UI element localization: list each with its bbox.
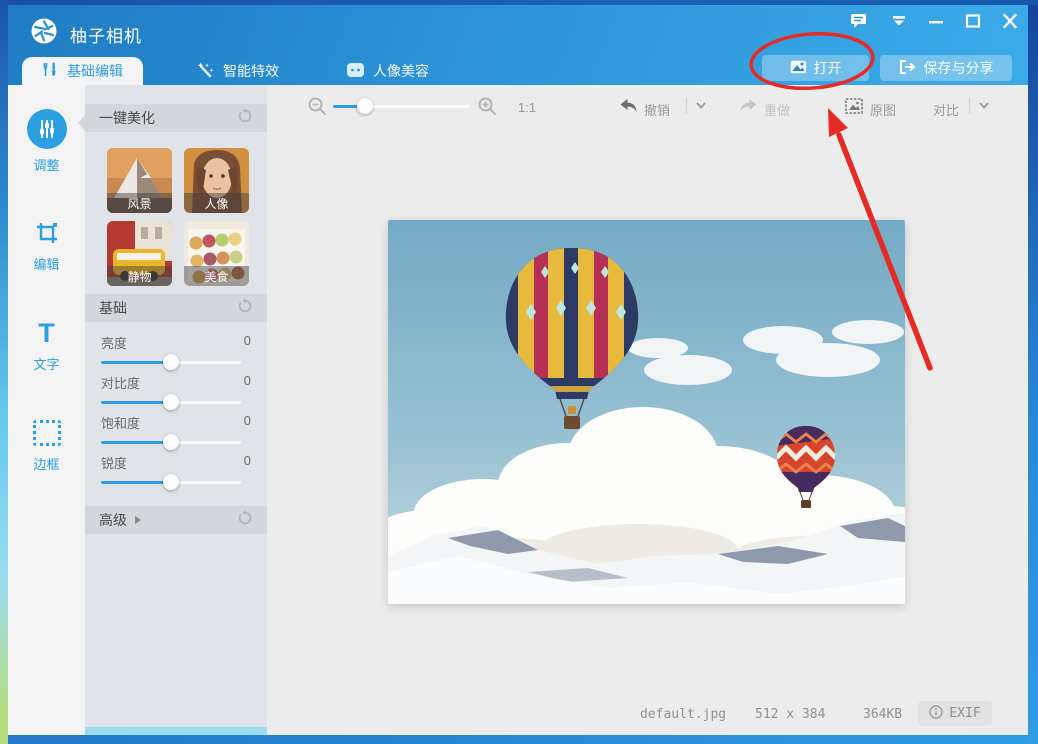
reset-icon[interactable] [237,298,253,319]
undo-label[interactable]: 撤销 [644,100,670,119]
exif-button[interactable]: EXIF [918,701,992,726]
minimize-button[interactable] [927,13,947,31]
slider-thumb[interactable] [163,354,179,370]
skin-menu-icon[interactable] [890,13,910,31]
titlebar: 柚子相机 [8,5,1028,85]
slider-contrast-value: 0 [244,373,251,388]
preset-still-life-label: 静物 [107,266,172,286]
preset-landscape[interactable]: 风景 [107,148,172,213]
sidebar-item-adjust[interactable]: 调整 [8,109,85,174]
sidebar-item-text[interactable]: T 文字 [8,318,85,373]
close-button[interactable] [1001,13,1021,31]
sidebar-item-edit-label: 编辑 [8,254,85,273]
slider-sharpness-value: 0 [244,453,251,468]
window-border-bottom [8,735,1028,744]
exif-button-label: EXIF [949,706,980,721]
crop-icon [8,218,85,248]
tool-panel: 一键美化 风景 [85,85,267,727]
zoom-slider[interactable] [333,105,470,108]
preset-food[interactable]: 美食 [184,221,249,286]
divider [969,98,970,114]
slider-thumb[interactable] [163,474,179,490]
sidebar-item-text-label: 文字 [8,354,85,373]
slider-saturation[interactable] [101,441,241,444]
divider [686,98,687,114]
frame-icon [8,418,85,448]
tab-portrait-beauty[interactable]: 人像美容 [326,57,449,85]
sidebar-item-border-label: 边框 [8,454,85,473]
sidebar: 调整 编辑 T 文字 边框 [8,85,85,735]
redo-icon[interactable] [739,98,758,117]
sidebar-item-adjust-label: 调整 [8,155,85,174]
app-window: 柚子相机 [0,0,1038,744]
undo-history-chevron-icon[interactable] [695,99,707,114]
slider-thumb[interactable] [163,394,179,410]
slider-contrast-label: 对比度 [101,373,140,392]
slider-thumb[interactable] [163,434,179,450]
tools-icon [42,61,59,81]
app-logo-shutter-icon [30,17,58,45]
feedback-icon[interactable] [850,13,870,31]
section-title: 基础 [99,298,127,318]
zoom-in-icon[interactable] [477,96,497,119]
status-bar: default.jpg 512 x 384 364KB EXIF [267,699,1028,729]
slider-saturation-label: 饱和度 [101,413,140,432]
info-icon [929,705,943,723]
zoom-ratio-label: 1:1 [518,100,536,115]
photo-balloons[interactable] [388,220,905,604]
magic-wand-icon [196,61,215,82]
preset-landscape-label: 风景 [107,193,172,213]
redo-label[interactable]: 重做 [764,100,790,119]
preset-food-label: 美食 [184,266,249,286]
tab-basic-edit-label: 基础编辑 [67,61,123,81]
app-title: 柚子相机 [70,22,142,47]
status-dimensions: 512 x 384 [755,707,825,722]
canvas-area: 1:1 撤销 重做 原图 对比 [267,85,1028,735]
panel-notch [78,115,85,131]
tab-smart-effects[interactable]: 智能特效 [176,57,299,85]
tab-bar: 基础编辑 智能特效 [8,57,1028,85]
section-advanced[interactable]: 高级 [85,506,267,534]
slider-saturation-value: 0 [244,413,251,428]
sidebar-item-edit[interactable]: 编辑 [8,218,85,273]
original-label[interactable]: 原图 [870,100,896,119]
slider-brightness[interactable] [101,361,241,364]
zoom-out-icon[interactable] [307,96,327,119]
sliders-icon [27,109,67,149]
slider-sharpness-label: 锐度 [101,453,127,472]
text-icon: T [8,318,85,348]
desktop-edge [0,0,8,744]
tab-portrait-beauty-label: 人像美容 [373,61,429,81]
slider-brightness-label: 亮度 [101,333,127,352]
slider-contrast[interactable] [101,401,241,404]
slider-brightness-value: 0 [244,333,251,348]
reset-icon[interactable] [237,510,253,531]
original-image-icon[interactable] [845,98,863,117]
section-one-click-beautify: 一键美化 [85,104,267,132]
tab-smart-effects-label: 智能特效 [223,61,279,81]
reset-icon[interactable] [237,108,253,129]
preset-still-life[interactable]: 静物 [107,221,172,286]
preset-portrait[interactable]: 人像 [184,148,249,213]
undo-icon[interactable] [619,98,638,117]
status-filesize: 364KB [863,707,902,722]
compare-label[interactable]: 对比 [933,100,959,119]
tab-basic-edit[interactable]: 基础编辑 [22,57,143,85]
status-filename: default.jpg [640,707,726,722]
expand-caret-icon [135,516,141,524]
section-basic: 基础 [85,294,267,322]
maximize-button[interactable] [964,13,984,31]
preset-portrait-label: 人像 [184,193,249,213]
compare-chevron-icon[interactable] [978,99,990,114]
section-title: 一键美化 [99,108,155,128]
slider-sharpness[interactable] [101,481,241,484]
face-icon [346,62,365,81]
zoom-slider-thumb[interactable] [357,98,373,114]
sidebar-item-border[interactable]: 边框 [8,418,85,473]
section-title: 高级 [99,510,127,530]
window-border-right [1028,5,1038,744]
